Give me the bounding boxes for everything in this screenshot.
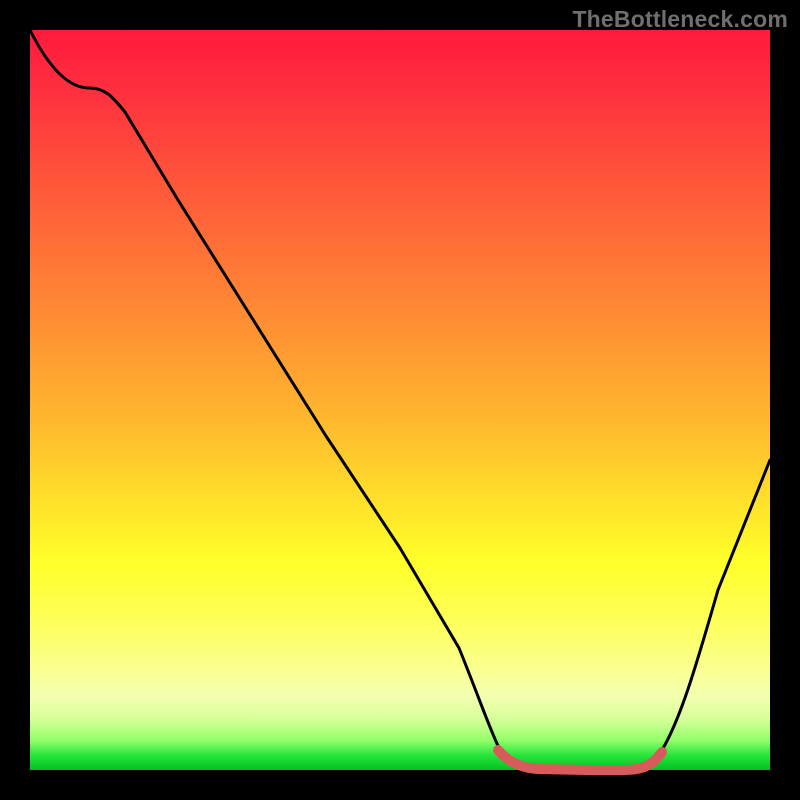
curve-svg bbox=[30, 30, 770, 770]
bottleneck-curve bbox=[30, 30, 770, 770]
optimal-range-marker bbox=[498, 750, 662, 770]
chart-frame: TheBottleneck.com bbox=[0, 0, 800, 800]
watermark-label: TheBottleneck.com bbox=[572, 6, 788, 33]
plot-gradient-area bbox=[30, 30, 770, 770]
